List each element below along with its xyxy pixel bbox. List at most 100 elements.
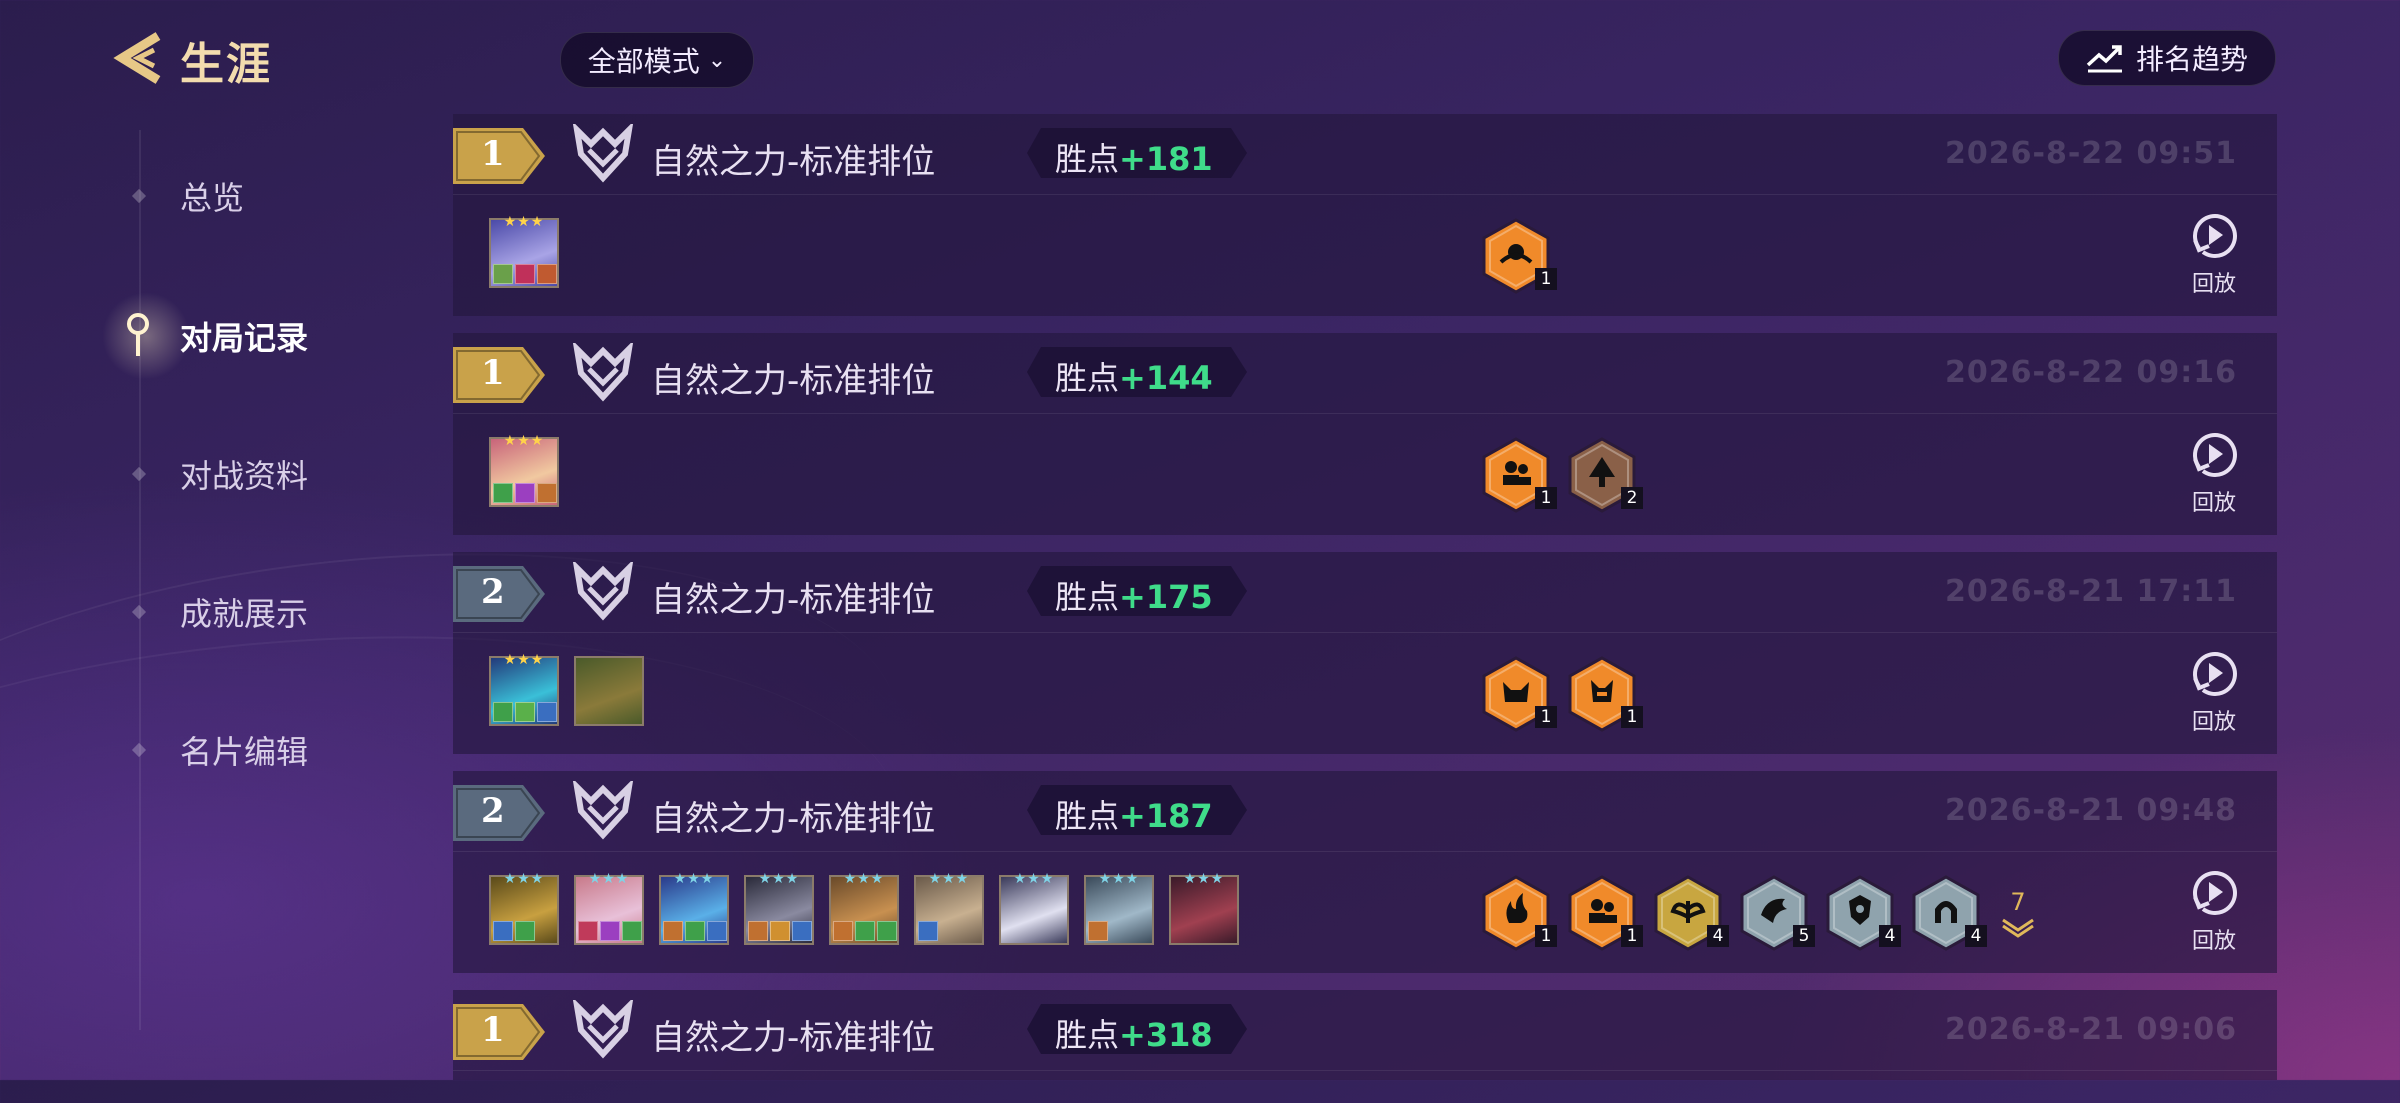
replay-label: 回放: [2191, 929, 2236, 954]
rank-number: 2: [481, 791, 505, 831]
double-chevron-down-icon: [2002, 918, 2034, 938]
replay-icon: [2193, 652, 2237, 696]
back-arrow-icon[interactable]: [108, 30, 168, 86]
champion-portrait[interactable]: ★★★: [489, 214, 559, 288]
star-level: ★★★: [843, 871, 885, 887]
champion-portrait[interactable]: ★★★: [489, 433, 559, 507]
item-icon: [493, 702, 513, 722]
replay-label: 回放: [2191, 491, 2236, 516]
points-text: 胜点+187: [1055, 791, 1213, 837]
sidebar-item-label: 成就展示: [180, 595, 309, 633]
trait-count: 4: [1707, 925, 1729, 947]
item-list: [493, 702, 557, 722]
unit-list: ★★★: [489, 214, 559, 288]
champion-portrait[interactable]: ★★★: [1084, 871, 1154, 945]
champion-portrait[interactable]: ★★★: [999, 871, 1069, 945]
sidebar-item-card-edit[interactable]: 名片编辑: [110, 720, 370, 780]
trait-list: 1: [1481, 218, 1557, 294]
nature-mode-icon: [571, 997, 635, 1064]
mode-filter-label: 全部模式: [587, 45, 700, 78]
points-label: 胜点: [1055, 1016, 1120, 1054]
item-icon: [493, 921, 513, 941]
sidebar-item-overview[interactable]: 总览: [110, 166, 370, 226]
mode-name: 自然之力-标准排位: [651, 361, 936, 401]
points-label: 胜点: [1055, 140, 1120, 178]
champion-portrait[interactable]: ★★★: [744, 871, 814, 945]
sidebar-item-label: 总览: [180, 179, 245, 217]
points-value: +144: [1119, 359, 1213, 397]
rank-badge: 1: [453, 128, 545, 188]
points-value: +187: [1119, 797, 1213, 835]
record-header: 1 自然之力-标准排位 胜点+144 2026-8-22 09:16: [453, 333, 2277, 414]
champion-portrait[interactable]: ★★★: [574, 871, 644, 945]
match-date: 2026-8-21 17:11: [1945, 574, 2237, 609]
star-level: ★★★: [673, 871, 715, 887]
nature-mode-icon: [571, 340, 635, 407]
star-level: ★★★: [503, 871, 545, 887]
points-label: 胜点: [1055, 359, 1120, 397]
rank-number: 1: [481, 353, 505, 393]
nature-mode-glyph: [572, 559, 634, 621]
replay-button[interactable]: 回放: [2179, 429, 2249, 517]
match-date: 2026-8-21 09:06: [1945, 1012, 2237, 1047]
trait-count: 1: [1621, 706, 1643, 728]
sidebar-item-label: 对局记录: [180, 319, 309, 357]
trait-badge: 1: [1567, 875, 1643, 951]
item-list: [493, 921, 535, 941]
more-traits-button[interactable]: 7: [2001, 888, 2035, 938]
nav-dot: [131, 742, 147, 758]
sidebar-item-achievements[interactable]: 成就展示: [110, 582, 370, 642]
sidebar-item-match-history[interactable]: 对局记录: [102, 292, 370, 380]
record-header: 2 自然之力-标准排位 胜点+187 2026-8-21 09:48: [453, 771, 2277, 852]
replay-icon: [2193, 433, 2237, 477]
unit-list: ★★★ ★★★ ★★★ ★★★ ★★★ ★★★ ★★★ ★★★ ★★★: [489, 871, 1239, 945]
replay-button[interactable]: 回放: [2179, 648, 2249, 736]
trait-list: 1 1 4 5 4 4 7: [1481, 875, 2035, 951]
mode-filter-dropdown[interactable]: 全部模式 ⌄: [560, 32, 754, 88]
star-level: ★★★: [1013, 871, 1055, 887]
champion-portrait[interactable]: [574, 656, 644, 726]
record-header: 1 自然之力-标准排位 胜点+318 2026-8-21 09:06: [453, 990, 2277, 1071]
item-icon: [537, 702, 557, 722]
item-list: [918, 921, 938, 941]
match-record-card: 1 自然之力-标准排位 胜点+318 2026-8-21 09:06: [453, 990, 2277, 1080]
trait-list: 1 2: [1481, 437, 1643, 513]
champion-portrait[interactable]: ★★★: [489, 652, 559, 726]
champion-portrait[interactable]: ★★★: [1169, 871, 1239, 945]
champion-portrait[interactable]: ★★★: [829, 871, 899, 945]
champion-portrait[interactable]: ★★★: [914, 871, 984, 945]
points-badge: 胜点+181: [1027, 128, 1247, 178]
item-list: [663, 921, 727, 941]
nav-dot: [131, 604, 147, 620]
rank-trend-button[interactable]: 排名趋势: [2058, 30, 2276, 86]
trait-count: 1: [1535, 925, 1557, 947]
mode-name: 自然之力-标准排位: [651, 580, 936, 620]
record-header: 1 自然之力-标准排位 胜点+181 2026-8-22 09:51: [453, 114, 2277, 195]
star-level: ★★★: [1098, 871, 1140, 887]
points-badge: 胜点+187: [1027, 785, 1247, 835]
item-icon: [537, 264, 557, 284]
rank-badge: 2: [453, 566, 545, 626]
rank-badge: 1: [453, 1004, 545, 1064]
mode-name: 自然之力-标准排位: [651, 1018, 936, 1058]
nature-mode-glyph: [572, 778, 634, 840]
item-icon: [537, 483, 557, 503]
replay-button[interactable]: 回放: [2179, 210, 2249, 298]
nature-mode-glyph: [572, 340, 634, 402]
item-icon: [707, 921, 727, 941]
trend-chart-icon: [2086, 45, 2122, 73]
item-icon: [515, 921, 535, 941]
sidebar-item-battle-stats[interactable]: 对战资料: [110, 444, 370, 504]
nature-mode-glyph: [572, 121, 634, 183]
sidebar-divider: [139, 130, 141, 1030]
replay-label: 回放: [2191, 710, 2236, 735]
star-level: ★★★: [1183, 871, 1225, 887]
match-record-card: 2 自然之力-标准排位 胜点+187 2026-8-21 09:48 ★★★ ★★★ ★★…: [453, 771, 2277, 973]
page-title: 生涯: [180, 39, 272, 90]
champion-portrait[interactable]: ★★★: [659, 871, 729, 945]
pin-icon: [127, 313, 149, 356]
replay-button[interactable]: 回放: [2179, 867, 2249, 955]
trait-count: 1: [1535, 487, 1557, 509]
item-list: [833, 921, 897, 941]
champion-portrait[interactable]: ★★★: [489, 871, 559, 945]
